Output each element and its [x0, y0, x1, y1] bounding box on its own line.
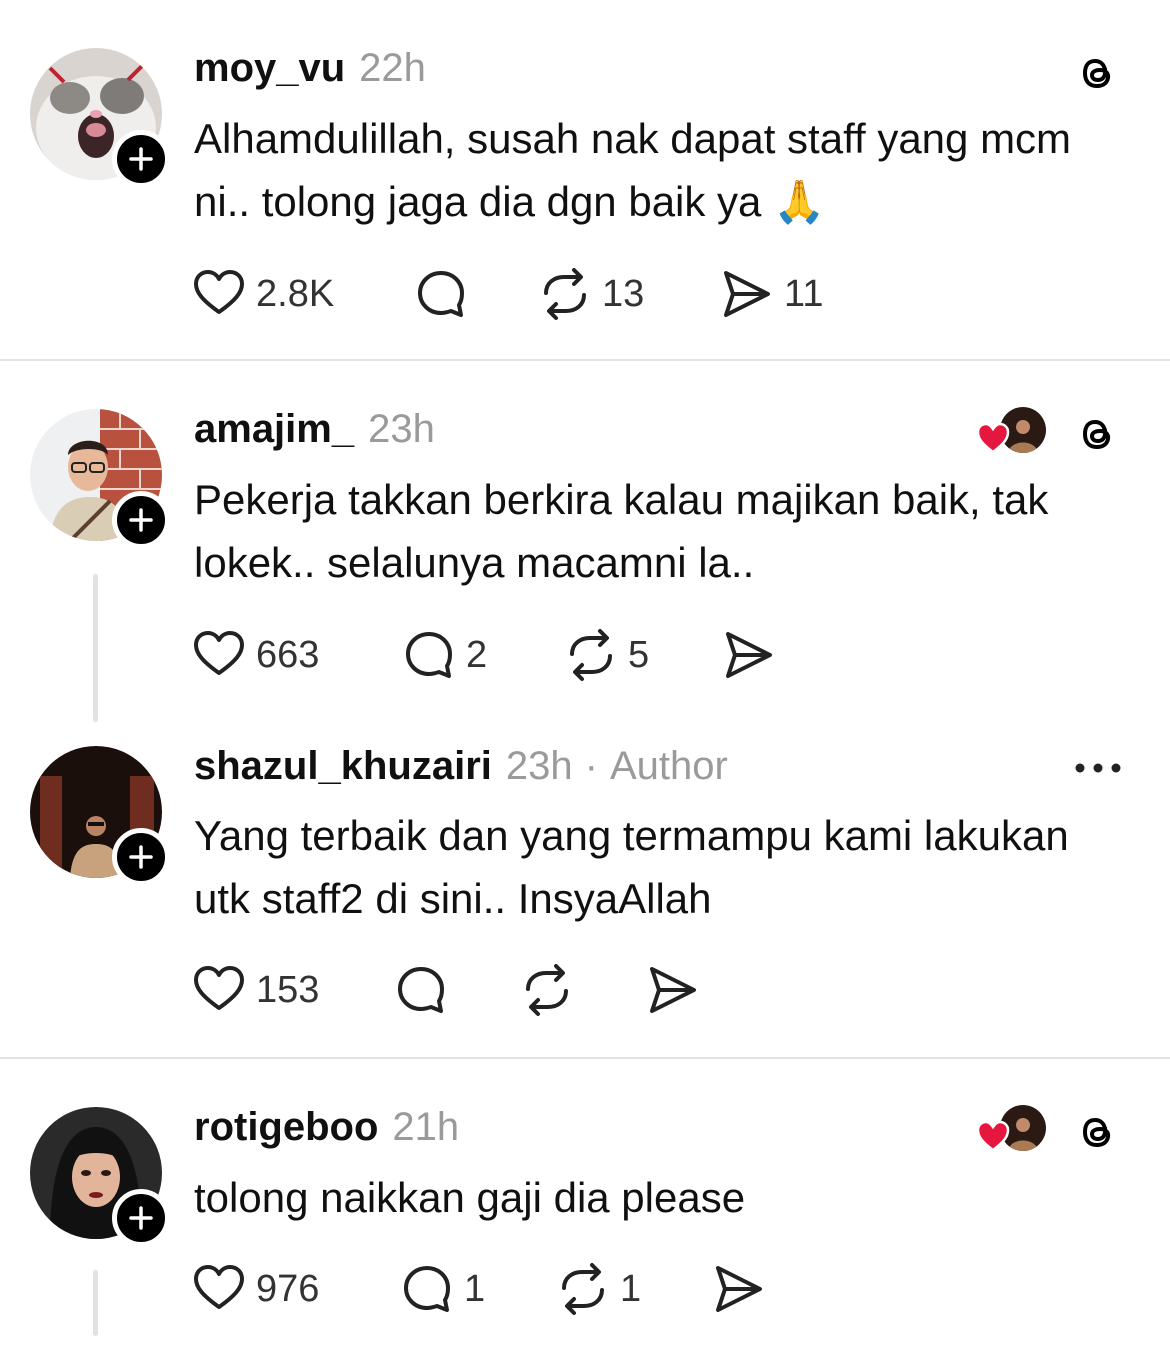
post-header: amajim_ 23h	[194, 407, 435, 459]
repost-button[interactable]: 1	[556, 1261, 641, 1317]
threads-logo-icon[interactable]	[1072, 48, 1122, 98]
like-button[interactable]: 2.8K	[192, 266, 334, 322]
post-card: rotigeboo 21h tolong naikkan gaji dia pl…	[0, 1059, 1170, 1352]
follow-button[interactable]	[112, 130, 170, 188]
like-button[interactable]: 976	[192, 1261, 319, 1317]
like-count: 153	[256, 968, 320, 1011]
like-count: 663	[256, 633, 320, 676]
post-text: tolong naikkan gaji dia please	[194, 1174, 746, 1221]
post-header: moy_vu 22h	[194, 46, 426, 98]
username[interactable]: shazul_khuzairi	[194, 744, 492, 789]
comment-icon	[406, 632, 452, 678]
repost-button[interactable]	[520, 962, 574, 1018]
thread-connector	[93, 574, 98, 722]
action-bar: 976 1 1	[192, 1261, 892, 1317]
share-button[interactable]	[646, 962, 700, 1018]
timestamp: 21h	[392, 1105, 460, 1149]
reply-button[interactable]: 2	[402, 627, 487, 683]
username[interactable]: rotigeboo	[194, 1105, 378, 1150]
follow-button[interactable]	[112, 1189, 170, 1247]
heart-icon	[194, 1265, 244, 1309]
username[interactable]: amajim_	[194, 407, 354, 452]
repost-count: 13	[602, 272, 645, 315]
repost-button[interactable]: 13	[538, 266, 644, 322]
like-count: 2.8K	[256, 272, 335, 315]
red-heart-icon	[976, 422, 1010, 454]
repost-count: 5	[628, 633, 650, 676]
action-bar: 663 2 5	[192, 627, 892, 683]
repost-count: 1	[620, 1267, 642, 1310]
reply-button[interactable]	[414, 266, 478, 322]
action-bar: 2.8K 13 11	[192, 266, 892, 322]
threads-logo-icon[interactable]	[1072, 1107, 1122, 1157]
repost-icon	[562, 1263, 604, 1315]
comment-icon	[418, 271, 464, 317]
send-icon	[724, 271, 770, 317]
username[interactable]: moy_vu	[194, 46, 345, 91]
author-liked-indicator	[976, 1105, 1050, 1155]
follow-button[interactable]	[112, 828, 170, 886]
post-card: moy_vu 22h Alhamdulillah, susah nak dapa…	[0, 0, 1170, 360]
author-liked-indicator	[976, 407, 1050, 457]
repost-icon	[570, 629, 612, 681]
timestamp: 23h	[505, 744, 573, 788]
comment-icon	[398, 967, 444, 1013]
like-count: 976	[256, 1267, 320, 1310]
reply-count: 2	[466, 633, 488, 676]
reply-button[interactable]: 1	[400, 1261, 485, 1317]
comment-icon	[404, 1266, 450, 1312]
send-icon	[650, 967, 696, 1013]
heart-icon	[194, 270, 244, 314]
timestamp: 23h	[368, 407, 435, 451]
share-count: 11	[784, 272, 824, 315]
post-text: Pekerja takkan berkira kalau majikan bai…	[194, 476, 1049, 586]
share-button[interactable]: 11	[720, 266, 823, 322]
action-bar: 153	[192, 962, 892, 1018]
repost-icon	[526, 964, 568, 1016]
post-card: amajim_ 23h Pekerja takkan berkira kalau…	[0, 361, 1170, 721]
follow-button[interactable]	[112, 491, 170, 549]
share-button[interactable]	[712, 1261, 766, 1317]
repost-icon	[544, 268, 586, 320]
plus-icon	[129, 147, 153, 171]
post-text: Yang terbaik dan yang termampu kami laku…	[194, 812, 1069, 922]
reply-count: 1	[464, 1267, 486, 1310]
threads-logo-icon[interactable]	[1072, 409, 1122, 459]
timestamp: 22h	[359, 46, 426, 90]
post-header: shazul_khuzairi 23h · Author	[194, 744, 728, 796]
post-text: Alhamdulillah, susah nak dapat staff yan…	[194, 115, 1072, 225]
plus-icon	[129, 1206, 153, 1230]
red-heart-icon	[976, 1120, 1010, 1152]
reply-button[interactable]	[394, 962, 448, 1018]
more-icon[interactable]	[1072, 758, 1124, 778]
share-button[interactable]	[722, 627, 786, 683]
plus-icon	[129, 508, 153, 532]
post-header: rotigeboo 21h	[194, 1105, 459, 1157]
separator-dot: ·	[584, 744, 598, 788]
like-button[interactable]: 153	[192, 962, 319, 1018]
heart-icon	[194, 631, 244, 675]
like-button[interactable]: 663	[192, 627, 319, 683]
plus-icon	[129, 845, 153, 869]
author-badge: Author	[609, 744, 728, 788]
send-icon	[726, 632, 772, 678]
thread-connector	[93, 1270, 98, 1336]
send-icon	[716, 1266, 762, 1312]
post-card: shazul_khuzairi 23h · Author Yang terbai…	[0, 722, 1170, 1057]
heart-icon	[194, 966, 244, 1010]
repost-button[interactable]: 5	[564, 627, 649, 683]
